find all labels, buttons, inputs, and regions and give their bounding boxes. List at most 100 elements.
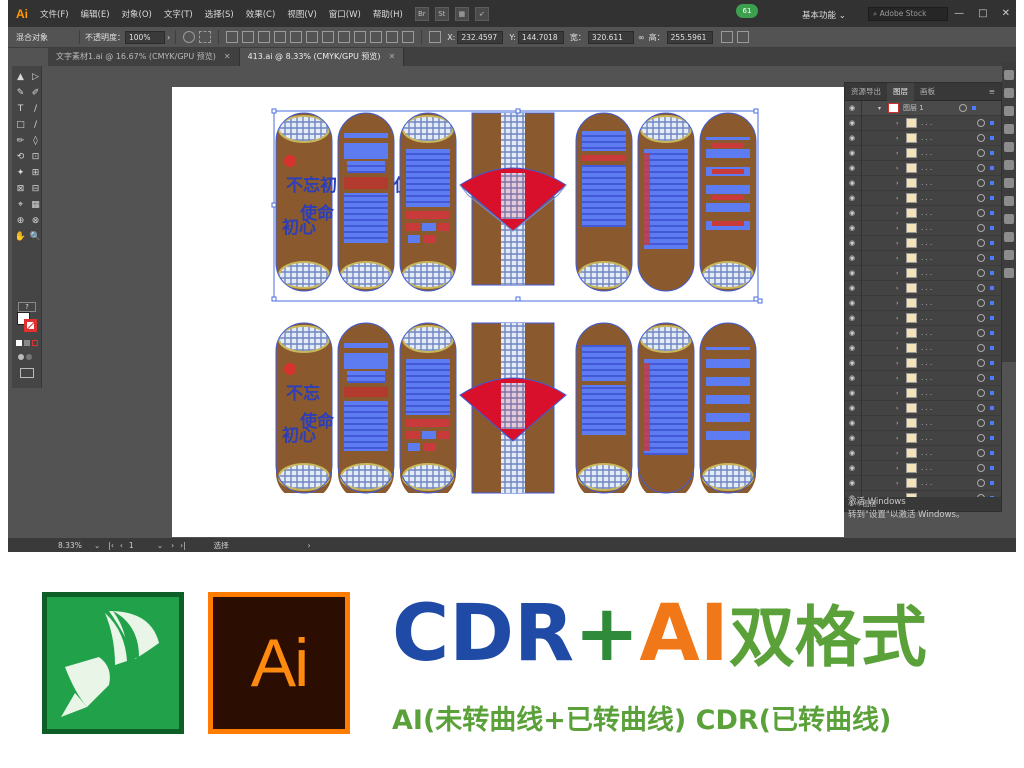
target-icon[interactable] [977,434,985,442]
draw-behind-icon[interactable] [26,354,32,360]
eyedropper-tool-icon[interactable]: ⌖ [14,198,27,211]
expand-arrow-icon[interactable]: › [896,360,904,367]
properties-icon[interactable] [1004,70,1014,80]
visibility-eye-icon[interactable]: ◉ [845,119,859,127]
expand-arrow-icon[interactable]: › [896,255,904,262]
visibility-eye-icon[interactable]: ◉ [845,344,859,352]
layer-row[interactable]: ◉ › . . . [845,475,1001,491]
sublayer-name[interactable]: . . . [921,284,973,292]
layer-row[interactable]: ◉ › . . . [845,160,1001,176]
layer-row[interactable]: ◉ › . . . [845,385,1001,401]
target-icon[interactable] [977,194,985,202]
align-left-icon[interactable] [226,31,239,43]
visibility-eye-icon[interactable]: ◉ [845,269,859,277]
libraries-icon[interactable] [1004,88,1014,98]
target-icon[interactable] [977,464,985,472]
x-field[interactable]: 232.4597 [457,30,504,44]
distribute-hcenter-icon[interactable] [386,31,399,43]
visibility-eye-icon[interactable]: ◉ [845,149,859,157]
layer-name[interactable]: 图层 1 [903,103,955,113]
stock-search-input[interactable]: ⌕ Adobe Stock [868,7,948,21]
visibility-eye-icon[interactable]: ◉ [845,224,859,232]
expand-arrow-icon[interactable]: ▾ [878,105,886,112]
fill-stroke-control[interactable] [17,312,39,334]
distribute-left-icon[interactable] [370,31,383,43]
artboard-tool-icon[interactable]: ⊕ [14,214,27,227]
menu-effect[interactable]: 效果(C) [240,8,282,20]
layer-row[interactable]: ◉ › . . . [845,445,1001,461]
expand-arrow-icon[interactable]: › [896,165,904,172]
target-icon[interactable] [959,104,967,112]
expand-arrow-icon[interactable]: › [896,450,904,457]
visibility-eye-icon[interactable]: ◉ [845,329,859,337]
target-icon[interactable] [977,404,985,412]
layer-row[interactable]: ◉ › . . . [845,370,1001,386]
menu-object[interactable]: 对象(O) [116,8,158,20]
layer-row[interactable]: ◉ › . . . [845,400,1001,416]
sublayer-name[interactable]: . . . [921,329,973,337]
none-mode-icon[interactable] [32,340,38,346]
distribute-top-icon[interactable] [322,31,335,43]
align-bottom-icon[interactable] [306,31,319,43]
distribute-right-icon[interactable] [402,31,415,43]
layer-row[interactable]: ◉ › . . . [845,205,1001,221]
expand-arrow-icon[interactable]: › [896,150,904,157]
align-hcenter-icon[interactable] [242,31,255,43]
sublayer-name[interactable]: . . . [921,434,973,442]
menu-file[interactable]: 文件(F) [34,8,75,20]
sublayer-name[interactable]: . . . [921,164,973,172]
expand-arrow-icon[interactable]: › [896,435,904,442]
target-icon[interactable] [977,179,985,187]
visibility-eye-icon[interactable]: ◉ [845,359,859,367]
target-icon[interactable] [977,209,985,217]
sublayer-name[interactable]: . . . [921,419,973,427]
sublayer-name[interactable]: . . . [921,464,973,472]
layer-row[interactable]: ◉ › . . . [845,145,1001,161]
target-icon[interactable] [977,254,985,262]
close-icon[interactable]: ✕ [389,52,396,61]
stroke-swatch[interactable] [24,319,37,332]
next-artboard-icon[interactable]: › [171,541,174,550]
expand-arrow-icon[interactable]: › [896,345,904,352]
target-icon[interactable] [977,329,985,337]
close-button[interactable]: ✕ [1002,8,1010,19]
expand-arrow-icon[interactable]: › [896,225,904,232]
layer-row[interactable]: ◉ › . . . [845,250,1001,266]
target-icon[interactable] [977,299,985,307]
visibility-eye-icon[interactable]: ◉ [845,134,859,142]
zoom-tool-icon[interactable]: 🔍 [29,230,42,243]
target-icon[interactable] [977,269,985,277]
target-icon[interactable] [977,419,985,427]
help-icon[interactable]: ? [18,302,36,312]
sublayer-name[interactable]: . . . [921,224,973,232]
distribute-bottom-icon[interactable] [354,31,367,43]
swatches-icon[interactable] [1004,124,1014,134]
artwork[interactable]: 不忘初心 牢记使命 使命 初心 [172,87,844,537]
rectangle-tool-icon[interactable]: □ [14,118,27,131]
visibility-eye-icon[interactable]: ◉ [845,239,859,247]
visibility-eye-icon[interactable]: ◉ [845,404,859,412]
tab-artboards[interactable]: 画板 [914,83,941,101]
sublayer-name[interactable]: . . . [921,254,973,262]
sublayer-name[interactable]: . . . [921,209,973,217]
tab-document-1[interactable]: 文字素材1.ai @ 16.67% (CMYK/GPU 预览) ✕ [48,48,240,66]
layer-row-top[interactable]: ◉ ▾ 图层 1 [845,100,1001,116]
target-icon[interactable] [977,344,985,352]
target-icon[interactable] [977,449,985,457]
eraser-tool-icon[interactable]: ◊ [29,134,42,147]
arrange-documents-icon[interactable]: ▦ [454,6,469,21]
sublayer-name[interactable]: . . . [921,119,973,127]
expand-arrow-icon[interactable]: › [896,120,904,127]
expand-arrow-icon[interactable]: › [896,390,904,397]
visibility-eye-icon[interactable]: ◉ [845,254,859,262]
visibility-eye-icon[interactable]: ◉ [845,194,859,202]
expand-arrow-icon[interactable]: › [896,315,904,322]
align-icon[interactable] [1004,268,1014,278]
distribute-vcenter-icon[interactable] [338,31,351,43]
opacity-dropdown-icon[interactable]: › [167,33,170,42]
layer-row[interactable]: ◉ › . . . [845,340,1001,356]
screen-mode-icon[interactable] [20,368,34,378]
tab-layers[interactable]: 图层 [887,82,914,101]
menu-window[interactable]: 窗口(W) [323,8,367,20]
target-icon[interactable] [977,479,985,487]
